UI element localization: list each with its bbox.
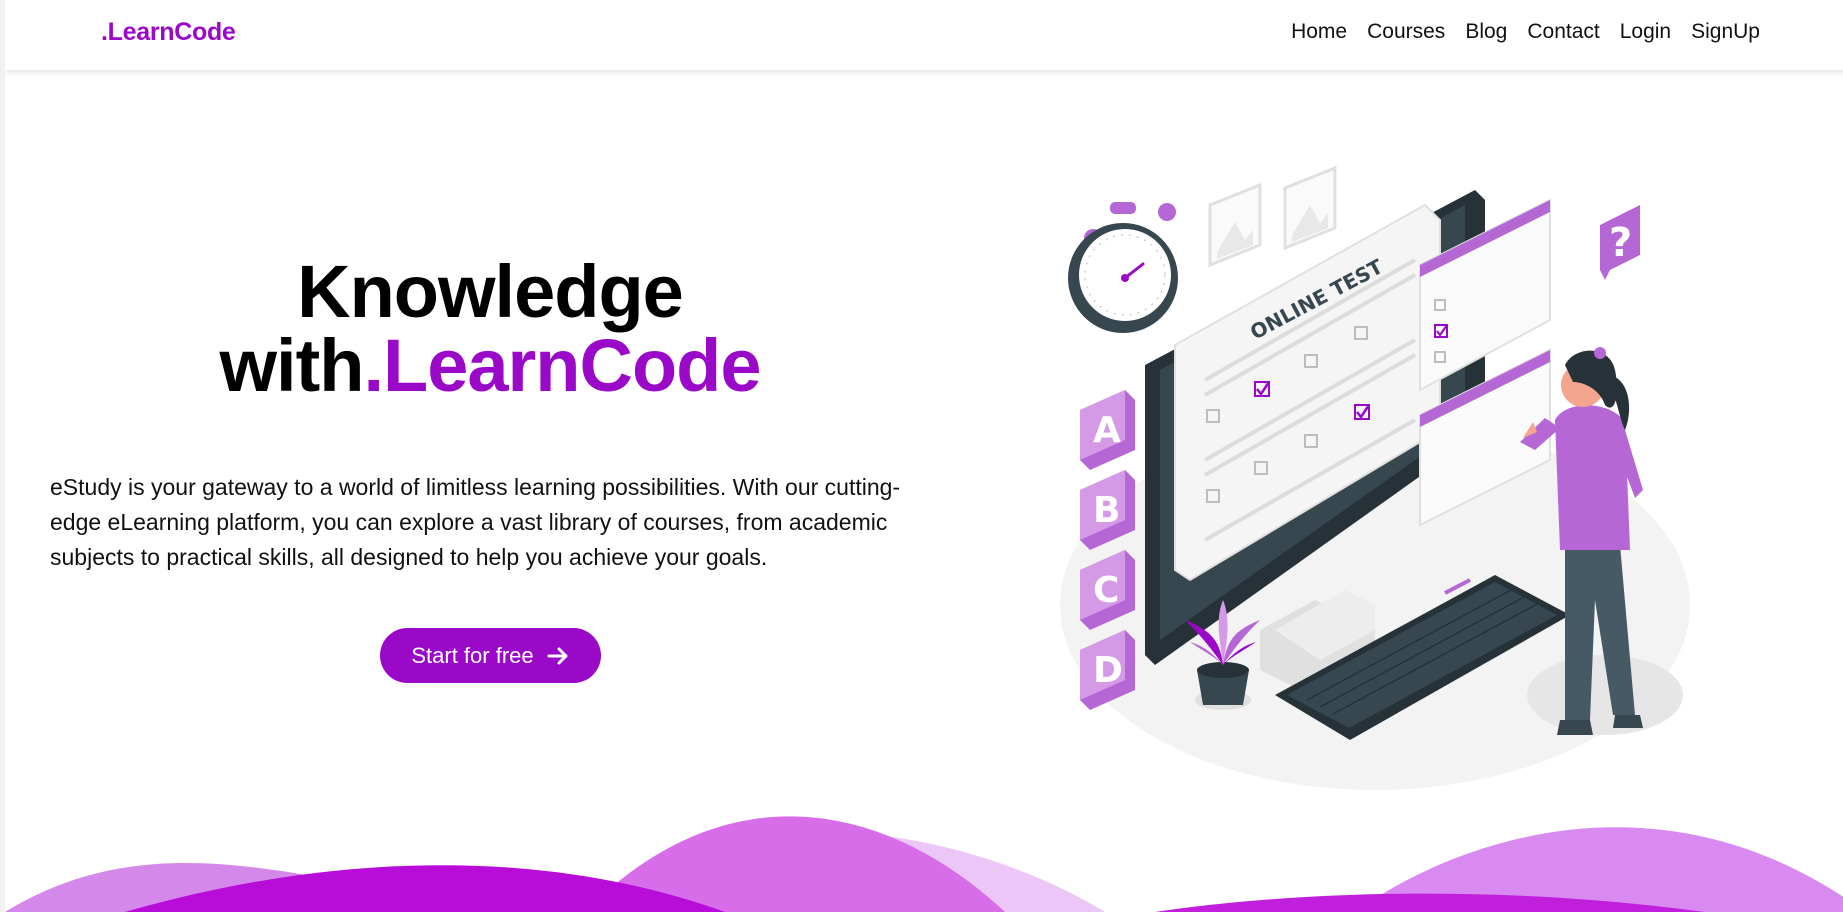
hero-title-line2: with.LearnCode — [45, 329, 935, 403]
hero-title: Knowledge with.LearnCode — [45, 255, 935, 403]
nav-link-home[interactable]: Home — [1291, 20, 1347, 44]
svg-text:C: C — [1093, 570, 1119, 611]
svg-text:?: ? — [1609, 220, 1632, 266]
picture-frame-icon — [1208, 165, 1337, 268]
svg-text:B: B — [1093, 490, 1120, 531]
hero-title-prefix: with — [219, 324, 364, 407]
start-for-free-button[interactable]: Start for free — [380, 628, 601, 683]
hero-title-line1: Knowledge — [297, 250, 684, 333]
brand-logo[interactable]: .LearnCode — [101, 18, 236, 47]
nav-link-courses[interactable]: Courses — [1367, 20, 1445, 44]
hero-title-accent: .LearnCode — [363, 324, 761, 407]
start-for-free-label: Start for free — [411, 642, 534, 668]
svg-text:A: A — [1093, 410, 1121, 451]
decorative-waves — [5, 816, 1843, 912]
hero-description: eStudy is your gateway to a world of lim… — [50, 474, 901, 570]
question-mark-icon: ? — [1600, 205, 1640, 280]
nav-link-login[interactable]: Login — [1620, 20, 1671, 44]
landing-page: .LearnCode Home Courses Blog Contact Log… — [0, 0, 1843, 912]
nav-link-blog[interactable]: Blog — [1465, 20, 1507, 44]
svg-text:D: D — [1093, 650, 1123, 691]
nav-link-contact[interactable]: Contact — [1527, 20, 1599, 44]
arrow-right-icon — [547, 647, 568, 664]
nav-link-signup[interactable]: SignUp — [1691, 20, 1760, 44]
stopwatch-icon — [1068, 202, 1178, 333]
nav-links: Home Courses Blog Contact Login SignUp — [1291, 20, 1760, 44]
navbar: .LearnCode Home Courses Blog Contact Log… — [5, 0, 1843, 70]
online-test-illustration: A B C D ONLINE TEST ? — [1060, 165, 1690, 790]
